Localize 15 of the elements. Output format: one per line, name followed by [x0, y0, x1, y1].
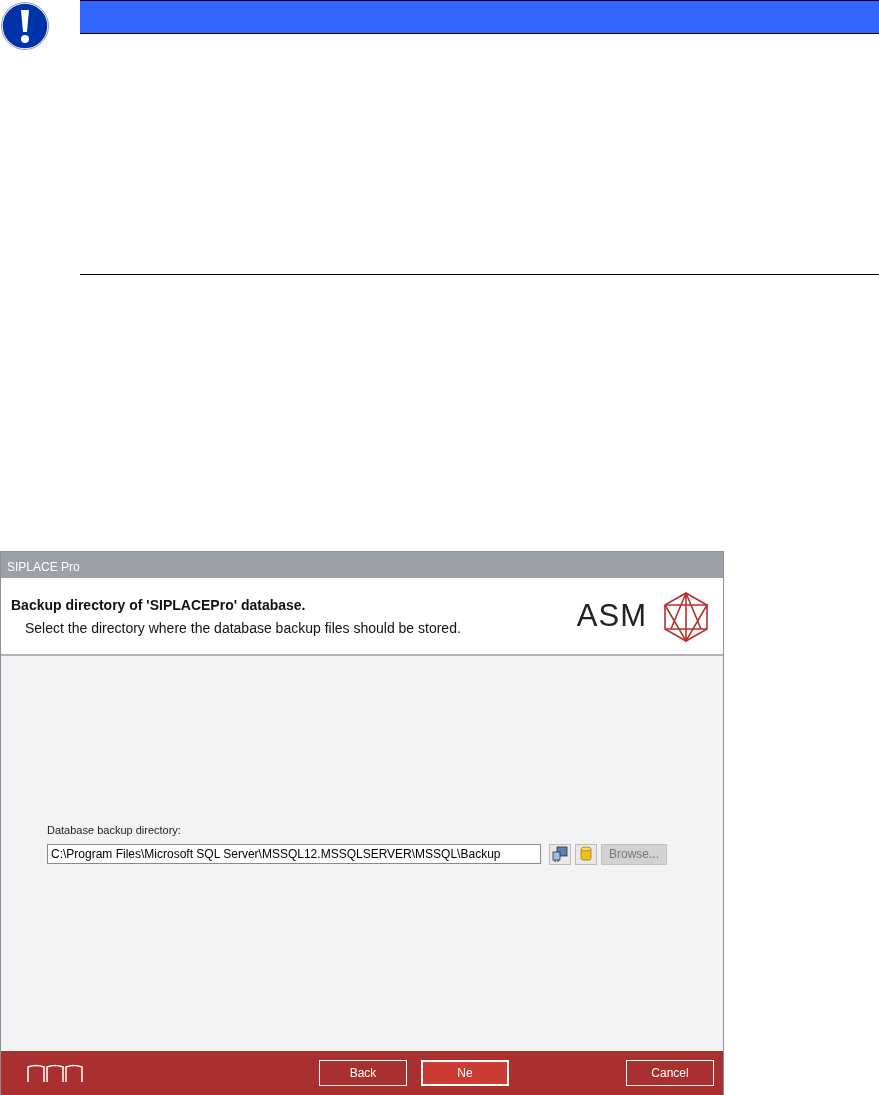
page-title: Backup directory of 'SIPLACEPro' database.: [11, 595, 307, 615]
computer-icon: [552, 846, 568, 862]
footer-button[interactable]: Cancel: [626, 1060, 714, 1086]
logo-icon: [27, 1064, 83, 1082]
database-icon: [580, 846, 592, 862]
logo-icon: [663, 590, 709, 643]
path-field[interactable]: C:\Program Files\Microsoft SQL Server\MSSQL12.MSSQLSERVER\MSSQL\Backup: [47, 844, 541, 864]
footer-button[interactable]: Ne: [421, 1060, 509, 1086]
window-title: SIPLACE Pro: [1, 552, 723, 578]
page-subtitle: Select the directory where the database backup files should be stored.: [24, 618, 462, 638]
network-folder-button[interactable]: [549, 843, 571, 865]
field-label: Database backup directory:: [47, 823, 182, 838]
footer-button[interactable]: Back: [319, 1060, 407, 1086]
logo-text: ASM: [576, 597, 647, 636]
warning-icon: [1, 2, 49, 50]
